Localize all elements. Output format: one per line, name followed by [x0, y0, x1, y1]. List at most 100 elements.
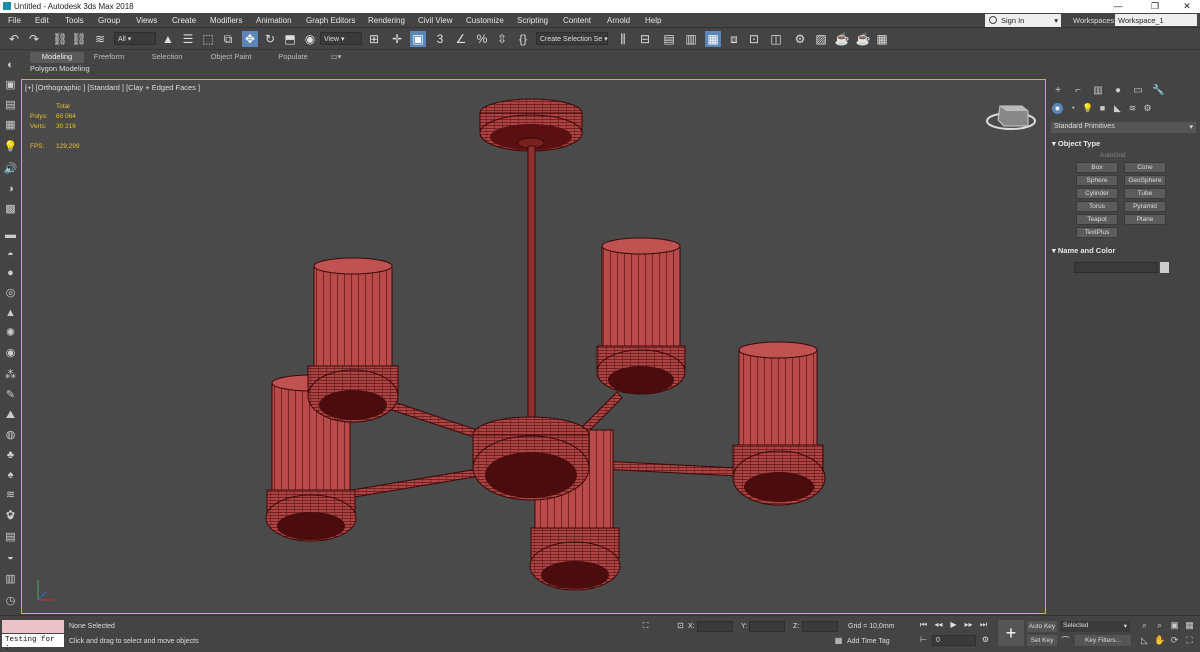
- link-icon[interactable]: ⛓: [52, 31, 68, 47]
- geometry-icon[interactable]: ●: [1052, 103, 1063, 114]
- create-selection-icon[interactable]: ▣: [3, 78, 18, 92]
- lamp-cylinder-left-front[interactable]: [307, 257, 399, 423]
- cylinder-button[interactable]: Cylinder: [1076, 188, 1118, 199]
- named-selection-set-dropdown[interactable]: Create Selection Se ▾: [536, 32, 608, 45]
- rectangular-selection-icon[interactable]: ⬚: [200, 31, 216, 47]
- minimize-button[interactable]: —: [1108, 1, 1128, 11]
- tube-button[interactable]: Tube: [1124, 188, 1166, 199]
- modify-tab-icon[interactable]: ⌐: [1072, 85, 1084, 97]
- menu-content[interactable]: Content: [563, 16, 591, 25]
- box-button[interactable]: Box: [1076, 162, 1118, 173]
- redo-icon[interactable]: ↷: [26, 31, 42, 47]
- reference-coordinate-dropdown[interactable]: View ▾: [320, 32, 362, 45]
- z-coordinate-field[interactable]: [802, 621, 838, 632]
- rendered-frame-window-icon[interactable]: ▨: [813, 31, 829, 47]
- set-key-button[interactable]: Set Key: [1027, 635, 1057, 646]
- maximize-button[interactable]: ❐: [1145, 1, 1165, 12]
- set-keys-icon[interactable]: +: [998, 620, 1024, 646]
- menu-help[interactable]: Help: [645, 16, 661, 25]
- ceiling-canopy[interactable]: [479, 98, 583, 152]
- time-config-icon[interactable]: ⚙: [980, 635, 991, 646]
- pan-icon[interactable]: ✋: [1154, 635, 1165, 646]
- render-gallery-icon[interactable]: ▦: [874, 31, 890, 47]
- absolute-mode-icon[interactable]: ⊡: [675, 621, 686, 632]
- window-crossing-icon[interactable]: ⧉: [220, 31, 236, 47]
- lamp-cylinder-back-right[interactable]: [596, 237, 686, 395]
- hierarchy-tab-icon[interactable]: ▥: [1092, 85, 1104, 97]
- object-name-field[interactable]: [1074, 262, 1158, 273]
- layer-icon[interactable]: ▦: [3, 118, 18, 132]
- add-time-tag[interactable]: Add Time Tag: [847, 638, 890, 645]
- time-tag-icon[interactable]: ▦: [833, 636, 844, 647]
- script-icon[interactable]: ▤: [3, 530, 18, 544]
- time-icon[interactable]: ◷: [3, 594, 18, 608]
- plane-button[interactable]: Plane: [1124, 214, 1166, 225]
- ivy-icon[interactable]: ♠: [3, 468, 18, 482]
- angle-snap-icon[interactable]: ∠: [453, 31, 469, 47]
- cone-button[interactable]: Cone: [1124, 162, 1166, 173]
- sun-icon[interactable]: ✺: [3, 326, 18, 340]
- create-tab-icon[interactable]: +: [1052, 85, 1064, 97]
- viewport-layout-icon[interactable]: ◐: [3, 58, 18, 72]
- cameras-icon[interactable]: ■: [1097, 103, 1108, 114]
- toggle-layer-explorer-icon[interactable]: ▥: [683, 31, 699, 47]
- previous-frame-icon[interactable]: ◂◂: [933, 620, 944, 631]
- pyramid-button[interactable]: Pyramid: [1124, 201, 1166, 212]
- menu-civil-view[interactable]: Civil View: [418, 16, 453, 25]
- render-production-icon[interactable]: ☕: [834, 31, 850, 47]
- menu-animation[interactable]: Animation: [256, 16, 292, 25]
- chandelier-stem[interactable]: [527, 145, 536, 433]
- terrain-icon[interactable]: ⛰: [3, 408, 18, 422]
- utilities-tab-icon[interactable]: 🔧: [1152, 85, 1164, 97]
- disc-icon[interactable]: ◉: [3, 346, 18, 360]
- zoom-extents-icon[interactable]: ▣: [1169, 620, 1180, 631]
- select-by-name-icon[interactable]: ☰: [180, 31, 196, 47]
- zoom-all-icon[interactable]: ⌕: [1154, 620, 1165, 631]
- object-color-swatch[interactable]: [1160, 262, 1169, 273]
- default-in-out-tangent-icon[interactable]: ⌒: [1060, 635, 1071, 646]
- box-icon[interactable]: ▬: [3, 228, 18, 242]
- bind-spacewarp-icon[interactable]: ≋: [92, 31, 108, 47]
- mirror-icon[interactable]: ⫼: [615, 31, 631, 47]
- globe-icon[interactable]: ◍: [3, 428, 18, 442]
- workspace-dropdown[interactable]: Workspace_1: [1115, 14, 1197, 26]
- auto-key-button[interactable]: Auto Key: [1027, 621, 1057, 632]
- go-to-end-icon[interactable]: ⏭: [978, 620, 989, 631]
- viewcube[interactable]: [986, 105, 1036, 130]
- render-setup-icon[interactable]: ⚙: [792, 31, 808, 47]
- x-coordinate-field[interactable]: [697, 621, 733, 632]
- snaps-toggle-icon[interactable]: 3: [432, 31, 448, 47]
- dome-icon[interactable]: ◓: [3, 248, 18, 262]
- scene-list-icon[interactable]: ▤: [3, 98, 18, 112]
- scene-chandelier[interactable]: [22, 80, 1046, 614]
- tab-selection[interactable]: Selection: [146, 52, 188, 63]
- menu-scripting[interactable]: Scripting: [517, 16, 548, 25]
- menu-customize[interactable]: Customize: [466, 16, 504, 25]
- object-type-rollout[interactable]: ▾ Object Type: [1052, 139, 1100, 148]
- tab-freeform[interactable]: Freeform: [88, 52, 130, 63]
- menu-arnold[interactable]: Arnold: [607, 16, 630, 25]
- render-icon[interactable]: ▩: [3, 202, 18, 216]
- unlink-icon[interactable]: ⛓: [71, 31, 87, 47]
- field-of-view-icon[interactable]: ◺: [1139, 635, 1150, 646]
- torus-button[interactable]: Torus: [1076, 201, 1118, 212]
- pivot-center-icon[interactable]: ⊞: [366, 31, 382, 47]
- toggle-ribbon-icon[interactable]: ▦: [705, 31, 721, 47]
- menu-edit[interactable]: Edit: [35, 16, 49, 25]
- menu-views[interactable]: Views: [136, 16, 157, 25]
- align-icon[interactable]: ⊟: [637, 31, 653, 47]
- shapes-icon[interactable]: ◔: [1067, 103, 1078, 114]
- brush-icon[interactable]: ✎: [3, 388, 18, 402]
- menu-modifiers[interactable]: Modifiers: [210, 16, 242, 25]
- menu-group[interactable]: Group: [98, 16, 120, 25]
- toggle-scene-explorer-icon[interactable]: ▤: [661, 31, 677, 47]
- key-mode-icon[interactable]: ⊢: [918, 635, 929, 646]
- textplus-button[interactable]: TextPlus: [1076, 227, 1118, 238]
- curve-editor-icon[interactable]: ⧈: [726, 31, 742, 47]
- spacewarps-icon[interactable]: ≋: [1127, 103, 1138, 114]
- tab-populate[interactable]: Populate: [272, 52, 314, 63]
- placement-icon[interactable]: ◉: [302, 31, 318, 47]
- play-icon[interactable]: ▶: [948, 620, 959, 631]
- maximize-viewport-icon[interactable]: ⛶: [1184, 635, 1195, 646]
- geosphere-button[interactable]: GeoSphere: [1124, 175, 1166, 186]
